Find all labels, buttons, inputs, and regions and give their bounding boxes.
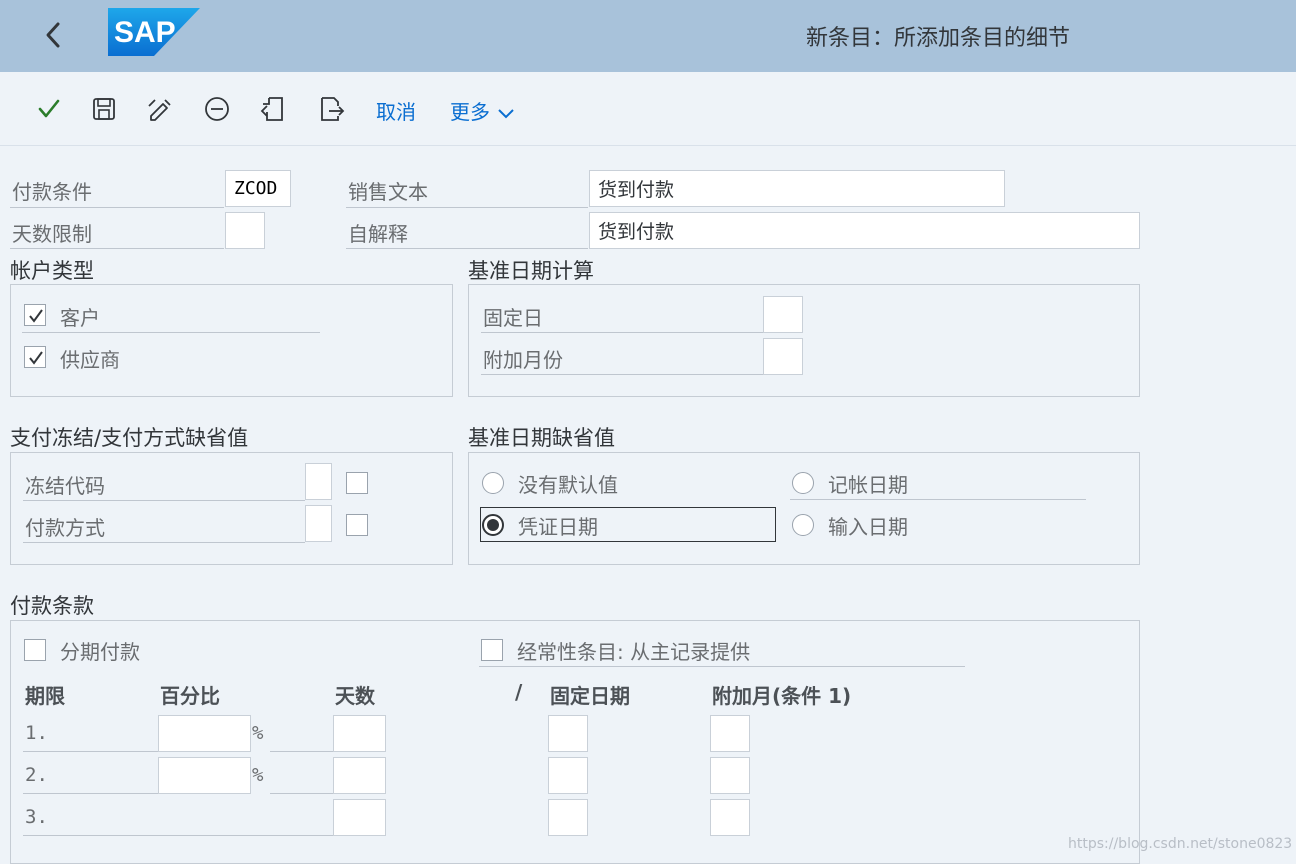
label-underline bbox=[23, 793, 158, 794]
no-default-label: 没有默认值 bbox=[518, 473, 618, 497]
term-row-number: 1. bbox=[25, 722, 48, 744]
percent-sign: % bbox=[252, 764, 264, 786]
label-underline bbox=[481, 374, 763, 375]
term-row-number: 3. bbox=[25, 806, 48, 828]
additional-month-input[interactable] bbox=[710, 757, 750, 794]
cancel-button[interactable]: 取消 bbox=[376, 96, 416, 125]
recurring-entries-label: 经常性条目: 从主记录提供 bbox=[517, 640, 751, 664]
fixed-date-input[interactable] bbox=[548, 799, 588, 836]
customer-label: 客户 bbox=[60, 306, 100, 330]
entry-date-radio[interactable] bbox=[792, 514, 814, 536]
block-key-checkbox[interactable] bbox=[346, 472, 368, 494]
baseline-calc-panel bbox=[468, 284, 1140, 397]
label-underline bbox=[346, 248, 588, 249]
label-underline bbox=[23, 835, 333, 836]
column-slash: / bbox=[515, 680, 523, 704]
account-type-title: 帐户类型 bbox=[10, 259, 94, 283]
payment-method-label: 付款方式 bbox=[25, 516, 105, 540]
vendor-label: 供应商 bbox=[60, 348, 120, 372]
fixed-day-input[interactable] bbox=[763, 296, 803, 333]
fixed-date-input[interactable] bbox=[548, 715, 588, 752]
column-fixed-date: 固定日期 bbox=[550, 684, 630, 708]
label-underline bbox=[10, 248, 224, 249]
svg-text:SAP: SAP bbox=[114, 16, 176, 49]
payment-terms-label: 付款条件 bbox=[12, 180, 92, 204]
no-default-radio[interactable] bbox=[482, 472, 504, 494]
own-explanation-label: 自解释 bbox=[348, 222, 408, 246]
account-type-panel bbox=[10, 284, 453, 397]
label-underline bbox=[479, 666, 965, 667]
save-icon[interactable] bbox=[89, 94, 119, 124]
document-date-label: 凭证日期 bbox=[518, 515, 598, 539]
days-input[interactable] bbox=[333, 757, 386, 794]
vendor-checkbox[interactable] bbox=[24, 346, 46, 368]
label-underline bbox=[481, 332, 763, 333]
column-additional-month: 附加月(条件 1) bbox=[712, 684, 852, 708]
fixed-date-input[interactable] bbox=[548, 757, 588, 794]
installment-checkbox[interactable] bbox=[24, 639, 46, 661]
baseline-default-title: 基准日期缺省值 bbox=[468, 426, 615, 450]
watermark: https://blog.csdn.net/stone0823 bbox=[1068, 836, 1293, 852]
next-entry-icon[interactable] bbox=[316, 94, 346, 124]
sap-logo: SAP bbox=[108, 8, 200, 56]
payment-terms-input[interactable]: ZCOD bbox=[225, 170, 291, 207]
entry-date-label: 输入日期 bbox=[828, 515, 908, 539]
recurring-entries-checkbox[interactable] bbox=[481, 639, 503, 661]
block-key-input[interactable] bbox=[305, 463, 332, 500]
label-underline bbox=[346, 207, 588, 208]
day-limit-label: 天数限制 bbox=[12, 222, 92, 246]
window-title: 新条目：所添加条目的细节 bbox=[806, 26, 1071, 51]
document-date-radio[interactable] bbox=[482, 514, 504, 536]
check-icon[interactable] bbox=[34, 94, 64, 124]
fixed-day-label: 固定日 bbox=[483, 306, 543, 330]
own-explanation-input[interactable]: 货到付款 bbox=[589, 212, 1140, 249]
label-underline bbox=[10, 207, 224, 208]
more-button[interactable]: 更多 bbox=[450, 96, 516, 125]
payment-terms-section-title: 付款条款 bbox=[10, 594, 94, 618]
term-row-number: 2. bbox=[25, 764, 48, 786]
more-label: 更多 bbox=[450, 100, 490, 124]
back-icon[interactable] bbox=[38, 16, 70, 54]
payment-block-panel bbox=[10, 452, 453, 565]
column-term: 期限 bbox=[25, 684, 65, 708]
application-toolbar: 取消 更多 bbox=[0, 72, 1296, 146]
additional-months-label: 附加月份 bbox=[483, 348, 563, 372]
percent-input[interactable] bbox=[158, 757, 251, 794]
column-days: 天数 bbox=[335, 684, 375, 708]
installment-label: 分期付款 bbox=[60, 640, 140, 664]
additional-months-input[interactable] bbox=[763, 338, 803, 375]
day-limit-input[interactable] bbox=[225, 212, 265, 249]
sales-text-label: 销售文本 bbox=[348, 180, 428, 204]
days-input[interactable] bbox=[333, 715, 386, 752]
label-underline bbox=[23, 542, 305, 543]
minus-circle-icon[interactable] bbox=[202, 94, 232, 124]
payment-method-input[interactable] bbox=[305, 505, 332, 542]
additional-month-input[interactable] bbox=[710, 799, 750, 836]
label-underline bbox=[270, 751, 333, 752]
percent-input[interactable] bbox=[158, 715, 251, 752]
additional-month-input[interactable] bbox=[710, 715, 750, 752]
label-underline bbox=[23, 500, 305, 501]
label-underline bbox=[23, 751, 158, 752]
edit-icon[interactable] bbox=[145, 94, 175, 124]
sales-text-input[interactable]: 货到付款 bbox=[589, 170, 1005, 207]
payment-block-title: 支付冻结/支付方式缺省值 bbox=[10, 426, 249, 450]
column-percent: 百分比 bbox=[160, 684, 220, 708]
baseline-calc-title: 基准日期计算 bbox=[468, 259, 594, 283]
customer-checkbox[interactable] bbox=[24, 304, 46, 326]
previous-entry-icon[interactable] bbox=[259, 94, 289, 124]
label-underline bbox=[22, 332, 320, 333]
shell-bar: SAP 新条目：所添加条目的细节 bbox=[0, 0, 1296, 72]
chevron-down-icon bbox=[498, 108, 515, 118]
percent-sign: % bbox=[252, 722, 264, 744]
days-input[interactable] bbox=[333, 799, 386, 836]
block-key-label: 冻结代码 bbox=[25, 474, 105, 498]
label-underline bbox=[790, 499, 1086, 500]
payment-method-checkbox[interactable] bbox=[346, 514, 368, 536]
label-underline bbox=[270, 793, 333, 794]
posting-date-label: 记帐日期 bbox=[828, 473, 908, 497]
posting-date-radio[interactable] bbox=[792, 472, 814, 494]
